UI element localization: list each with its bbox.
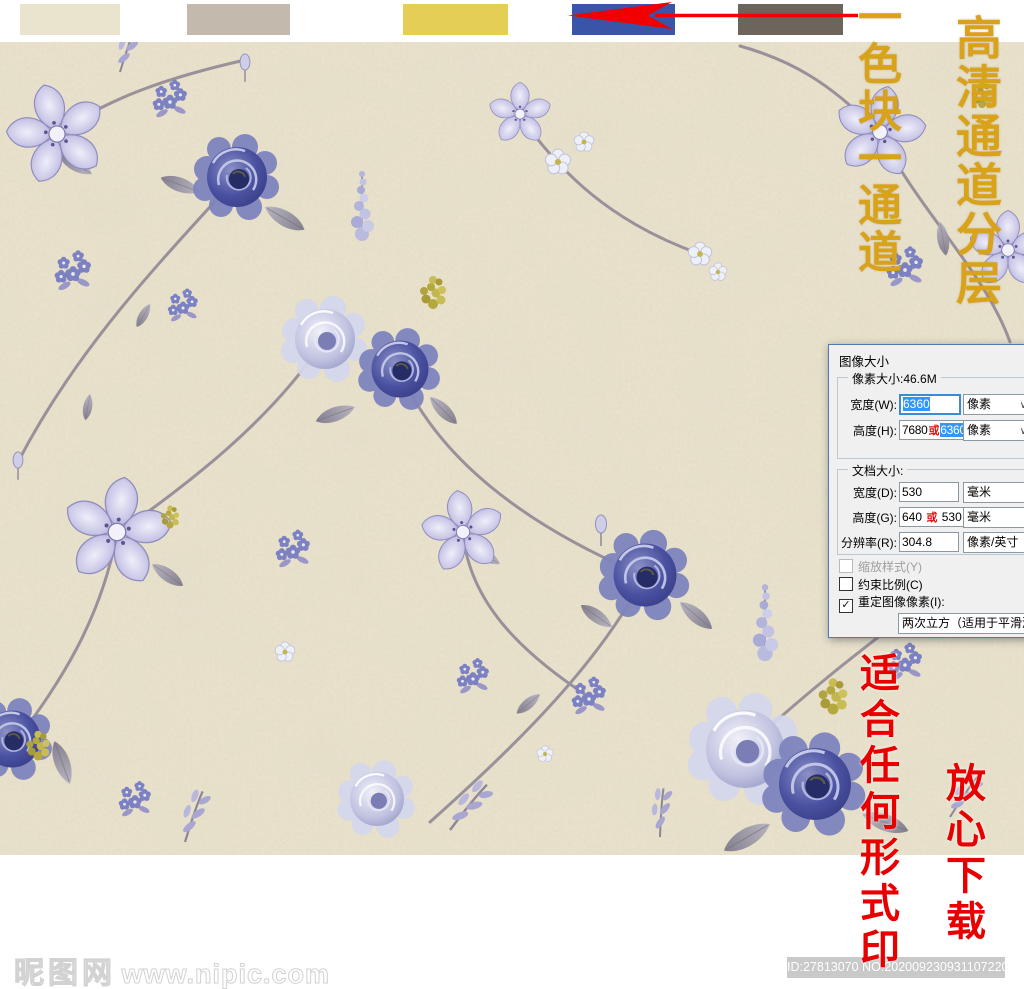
doc-height-label: 高度(G): (852, 511, 897, 525)
doc-width-value: 530 (902, 485, 923, 499)
pixel-height-label: 高度(H): (853, 424, 897, 438)
doc-height-old: 640 (902, 510, 923, 524)
resolution-unit-select[interactable]: 像素/英寸 (963, 532, 1024, 553)
chevron-down-icon: ∨ (1020, 396, 1024, 414)
pixel-size-legend: 像素大小:46.6M (848, 370, 941, 387)
pixel-height-new: 6360 (940, 423, 965, 437)
resample-image-label: 重定图像像素(I): (858, 595, 945, 609)
image-size-dialog: 图像大小 像素大小:46.6M 宽度(W): 6360 像素 ∨ 高度(H): … (828, 344, 1024, 638)
resample-method-value: 两次立方（适用于平滑渐变 (902, 616, 1024, 630)
site-url: www.nipic.com (121, 959, 330, 989)
doc-width-input[interactable]: 530 (899, 482, 959, 502)
check-icon: ✓ (841, 599, 851, 611)
doc-height-new: 530 (941, 510, 962, 524)
doc-width-label: 宽度(D): (853, 486, 897, 500)
site-watermark: 昵图网 www.nipic.com (14, 948, 330, 989)
pixel-size-group: 像素大小:46.6M (837, 370, 1024, 459)
pixel-width-unit-select[interactable]: 像素 ∨ (963, 394, 1024, 415)
constrain-proportions-checkbox[interactable] (839, 577, 853, 591)
annotation-red-left: 适合任何形式印 (853, 652, 900, 974)
page: 一色块一通道 高清通道分层 适合任何形式印 放心下载 图像大小 像素大小:46.… (0, 0, 1024, 989)
document-size-legend: 文档大小: (848, 462, 908, 479)
resample-image-checkbox[interactable]: ✓ (839, 599, 853, 613)
doc-width-unit: 毫米 (967, 485, 992, 499)
pixel-width-input[interactable]: 6360 (899, 394, 961, 415)
scale-styles-label: 缩放样式(Y) (858, 560, 922, 574)
resolution-label: 分辨率(R): (841, 536, 897, 550)
pixel-height-old: 7680 (902, 423, 928, 437)
resolution-input[interactable]: 304.8 (899, 532, 959, 552)
pixel-width-unit: 像素 (967, 397, 992, 411)
resolution-value: 304.8 (902, 535, 933, 549)
doc-height-unit-select[interactable]: 毫米 (963, 507, 1024, 528)
pixel-height-unit-select[interactable]: 像素 ∨ (963, 420, 1024, 441)
site-logo: 昵图网 (14, 957, 116, 989)
annotation-gold-right: 高清通道分层 (949, 14, 1003, 308)
scale-styles-row[interactable]: 缩放样式(Y) (839, 559, 922, 574)
pixel-width-label: 宽度(W): (850, 398, 897, 412)
annotation-red-right: 放心下载 (939, 762, 986, 946)
doc-height-unit: 毫米 (967, 510, 992, 524)
doc-height-input[interactable]: 640 或 530 (899, 507, 965, 527)
constrain-proportions-row[interactable]: 约束比例(C) (839, 577, 923, 592)
doc-width-unit-select[interactable]: 毫米 (963, 482, 1024, 503)
or-char: 或 (926, 512, 938, 524)
pixel-height-unit: 像素 (967, 423, 992, 437)
constrain-proportions-label: 约束比例(C) (858, 578, 923, 592)
scale-styles-checkbox[interactable] (839, 559, 853, 573)
chevron-down-icon: ∨ (1020, 422, 1024, 440)
image-id-text: ID:27813070 NO:20200923093110722089 (787, 960, 1023, 974)
pixel-width-value: 6360 (903, 397, 930, 411)
or-char: 或 (928, 425, 940, 437)
resolution-unit: 像素/英寸 (967, 535, 1019, 549)
resample-image-row[interactable]: ✓ 重定图像像素(I): (839, 595, 945, 613)
pixel-height-input[interactable]: 7680或6360 (899, 420, 965, 440)
resample-method-select[interactable]: 两次立方（适用于平滑渐变 (898, 613, 1024, 634)
dialog-title: 图像大小 (839, 355, 890, 369)
annotation-gold-left: 一色块一通道 (850, 0, 901, 276)
